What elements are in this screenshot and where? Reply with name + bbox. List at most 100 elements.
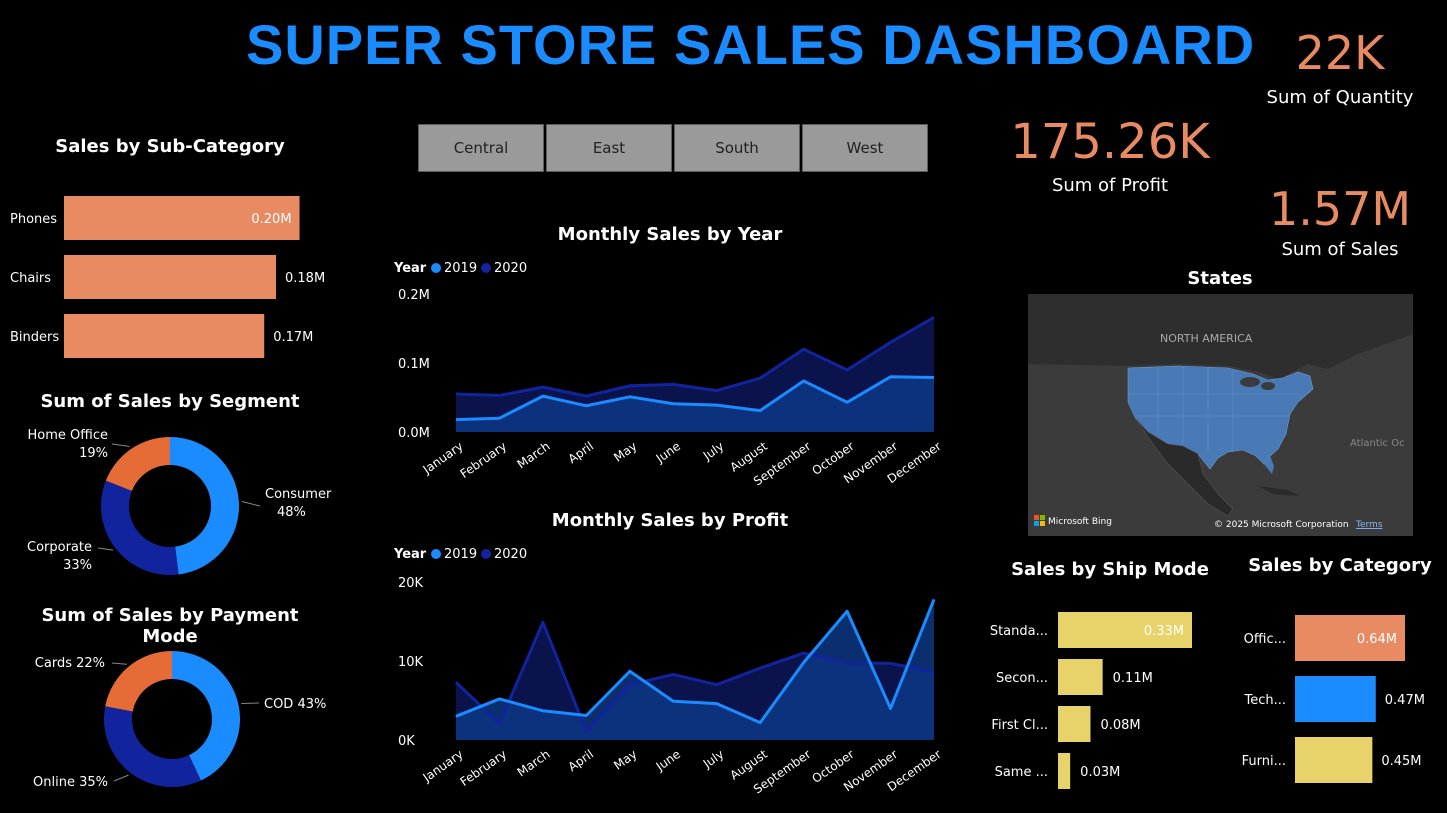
- shipmode-bar: [1058, 659, 1103, 695]
- dashboard-title: SUPER STORE SALES DASHBOARD: [246, 13, 1256, 76]
- x-tick-label: April: [566, 439, 597, 466]
- states-map[interactable]: NORTH AMERICA Atlantic Oc Microsoft Bing…: [1028, 294, 1413, 536]
- legend-title: Year: [393, 261, 427, 276]
- x-tick-label: June: [653, 439, 683, 466]
- x-tick-label: February: [458, 747, 510, 789]
- donut-slice: [170, 437, 240, 575]
- slicer-central[interactable]: Central: [418, 124, 544, 172]
- monthly-profit-title: Monthly Sales by Profit: [551, 510, 789, 531]
- slicer-west[interactable]: West: [802, 124, 928, 172]
- x-tick-label: July: [700, 747, 727, 771]
- subcategory-chart: Phones 0.20M Chairs 0.18M Binders 0.17M: [10, 196, 325, 358]
- donut-label: Cards 22%: [35, 656, 105, 671]
- slicer-south[interactable]: South: [674, 124, 800, 172]
- shipmode-data-label: 0.33M: [1144, 624, 1184, 639]
- donut-leader: [111, 443, 130, 447]
- category-data-label: 0.47M: [1385, 693, 1425, 708]
- subcategory-title: Sales by Sub-Category: [55, 136, 285, 157]
- category-data-label: 0.45M: [1381, 754, 1421, 769]
- x-tick-label: March: [515, 747, 553, 779]
- shipmode-label: Secon...: [996, 671, 1048, 686]
- legend-label: 2019: [444, 261, 477, 276]
- y-tick-label: 0.1M: [398, 357, 430, 372]
- map-copyright: © 2025 Microsoft Corporation: [1214, 520, 1349, 530]
- monthly-sales-chart: Year 2019 20200.0M0.1M0.2MJanuaryFebruary M…: [393, 261, 944, 489]
- x-tick-label: May: [611, 439, 639, 465]
- monthly-profit-chart: Year 2019 20200K10K20KJanuaryFebruary March…: [393, 547, 944, 797]
- donut-label: Online 35%: [33, 775, 108, 790]
- legend-marker: [481, 549, 491, 559]
- legend-label: 2019: [444, 547, 477, 562]
- donut-leader: [241, 702, 260, 705]
- donut-leader: [97, 547, 114, 551]
- shipmode-data-label: 0.11M: [1113, 671, 1153, 686]
- category-label: Offic...: [1244, 632, 1286, 647]
- subcategory-data-label: 0.18M: [285, 271, 325, 286]
- donut-label-pct: 19%: [79, 446, 108, 461]
- donut-label: Consumer: [265, 487, 332, 502]
- donut-leader: [113, 774, 129, 782]
- shipmode-label: Same ...: [995, 765, 1048, 780]
- shipmode-label: Standa...: [990, 624, 1048, 639]
- shipmode-chart: Standa... 0.33M Secon... 0.11M First Cl... 0.…: [990, 612, 1192, 789]
- shipmode-title: Sales by Ship Mode: [1011, 559, 1209, 580]
- donut-label-pct: 33%: [63, 558, 92, 573]
- segment-title: Sum of Sales by Segment: [40, 391, 300, 412]
- monthly-sales-title: Monthly Sales by Year: [557, 224, 783, 245]
- donut-label-pct: 48%: [277, 505, 306, 520]
- profit-card-value: 175.26K: [1010, 114, 1210, 170]
- shipmode-data-label: 0.08M: [1100, 718, 1140, 733]
- category-data-label: 0.64M: [1357, 632, 1397, 647]
- legend-marker: [481, 263, 491, 273]
- subcategory-bar: [64, 255, 276, 299]
- y-tick-label: 0.2M: [398, 288, 430, 303]
- states-title: States: [1187, 268, 1253, 289]
- category-bar: [1295, 737, 1373, 783]
- subcategory-label: Chairs: [10, 271, 51, 286]
- donut-leader: [241, 500, 261, 507]
- category-label: Furni...: [1242, 754, 1286, 769]
- segment-donut-chart: Consumer 48% Corporate 33% Home Office 19%: [27, 428, 332, 575]
- subcategory-data-label: 0.17M: [273, 330, 313, 345]
- legend-title: Year: [393, 547, 427, 562]
- sales-card-value: 1.57M: [1268, 182, 1412, 236]
- usa-shape: [1127, 365, 1314, 470]
- subcategory-bar: [64, 314, 265, 358]
- donut-slice: [104, 706, 201, 787]
- subcategory-label: Binders: [10, 330, 59, 345]
- profit-card-label: Sum of Profit: [1051, 175, 1169, 196]
- ocean-label: Atlantic Oc: [1350, 438, 1405, 449]
- subcategory-data-label: 0.20M: [251, 212, 291, 227]
- y-tick-label: 0K: [398, 734, 415, 749]
- shipmode-data-label: 0.03M: [1080, 765, 1120, 780]
- payment-donut-chart: COD 43% Online 35% Cards 22%: [33, 651, 326, 790]
- map-canvas: NORTH AMERICA Atlantic Oc Microsoft Bing…: [1028, 294, 1413, 530]
- donut-label: Home Office: [28, 428, 108, 443]
- y-tick-label: 20K: [398, 576, 424, 591]
- slicer-east[interactable]: East: [546, 124, 672, 172]
- donut-slice: [101, 480, 179, 575]
- x-tick-label: June: [653, 747, 683, 774]
- shipmode-bar: [1058, 706, 1091, 742]
- category-chart: Offic... 0.64M Tech... 0.47M Furni... 0.45M: [1242, 615, 1425, 783]
- legend-label: 2020: [494, 547, 527, 562]
- donut-slice: [105, 437, 170, 491]
- donut-label: Corporate: [27, 540, 92, 555]
- quantity-card-value: 22K: [1295, 26, 1385, 80]
- category-bar: [1295, 676, 1376, 722]
- bing-label: Microsoft Bing: [1048, 517, 1112, 527]
- shipmode-label: First Cl...: [991, 718, 1048, 733]
- quantity-card-label: Sum of Quantity: [1266, 87, 1414, 108]
- donut-slice: [105, 651, 172, 712]
- subcategory-label: Phones: [10, 212, 57, 227]
- donut-leader: [111, 662, 127, 665]
- shipmode-bar: [1058, 753, 1071, 789]
- legend-marker: [431, 263, 441, 273]
- x-tick-label: April: [566, 747, 597, 774]
- x-tick-label: February: [458, 439, 510, 481]
- x-tick-label: July: [700, 439, 727, 463]
- sales-card-label: Sum of Sales: [1281, 239, 1399, 260]
- x-tick-label: March: [515, 439, 553, 471]
- legend-label: 2020: [494, 261, 527, 276]
- donut-label: COD 43%: [264, 697, 326, 712]
